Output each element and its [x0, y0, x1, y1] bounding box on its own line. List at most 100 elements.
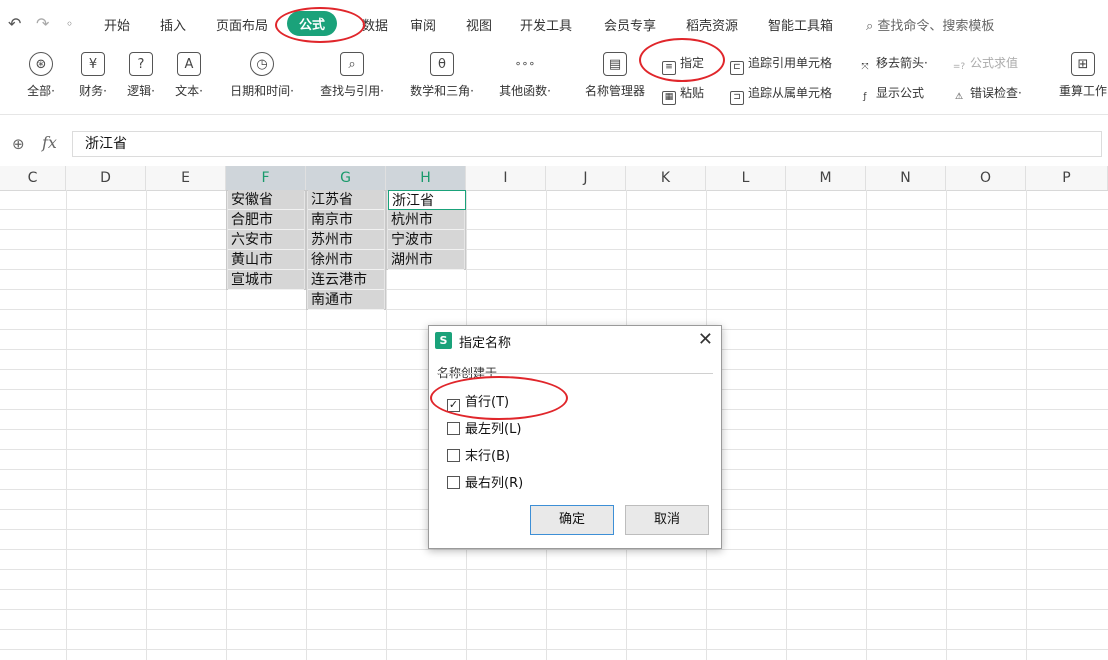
evaluate-formula-button[interactable]: =? 公式求值: [952, 54, 1018, 76]
cell-f5[interactable]: 宣城市: [228, 270, 304, 290]
cell-h1-active[interactable]: 浙江省: [388, 190, 466, 210]
menu-member[interactable]: 会员专享: [604, 15, 656, 34]
cancel-button[interactable]: 取消: [625, 505, 709, 535]
financial-label: 财务·: [79, 84, 107, 98]
cell-f4[interactable]: 黄山市: [228, 250, 304, 270]
column-header-l[interactable]: L: [706, 166, 786, 190]
cell-f1[interactable]: 安徽省: [228, 190, 304, 210]
menu-page-layout[interactable]: 页面布局: [216, 15, 268, 34]
cell-g6[interactable]: 南通市: [308, 290, 384, 310]
close-icon[interactable]: ✕: [698, 329, 713, 350]
column-header-m[interactable]: M: [786, 166, 866, 190]
menu-formulas[interactable]: 公式: [287, 11, 338, 36]
formula-input[interactable]: 浙江省: [72, 131, 1102, 157]
option-bottom-row[interactable]: 末行(B): [447, 445, 510, 464]
trace-precedents-icon: ⊏: [730, 61, 744, 75]
app-logo-icon: S: [435, 332, 452, 349]
evaluate-formula-icon: =?: [952, 62, 966, 72]
column-header-e[interactable]: E: [146, 166, 226, 190]
column-header-f[interactable]: F: [226, 166, 306, 190]
all-functions-button[interactable]: ⊛ 全部·: [18, 52, 64, 99]
logical-button[interactable]: ? 逻辑·: [118, 52, 164, 99]
cell-g1[interactable]: 江苏省: [308, 190, 384, 210]
cell-f2[interactable]: 合肥市: [228, 210, 304, 230]
name-manager-icon: ▤: [603, 52, 627, 76]
lookup-icon: ⌕: [340, 52, 364, 76]
option-top-row[interactable]: ✓ 首行(T): [447, 391, 509, 412]
option-right-column-label: 最右列(R): [465, 476, 524, 491]
cell-h4[interactable]: 湖州市: [388, 250, 464, 270]
show-formulas-label: 显示公式: [876, 86, 925, 100]
lookup-reference-button[interactable]: ⌕ 查找与引用·: [310, 52, 394, 99]
menu-smart-tools[interactable]: 智能工具箱: [768, 15, 833, 34]
redo-icon[interactable]: ↷: [36, 14, 49, 33]
column-header-p[interactable]: P: [1026, 166, 1108, 190]
checkbox-checked-icon[interactable]: ✓: [447, 399, 460, 412]
menu-insert[interactable]: 插入: [160, 15, 186, 34]
column-header-c[interactable]: C: [0, 166, 66, 190]
logical-label: 逻辑·: [127, 84, 155, 98]
cell-g4[interactable]: 徐州市: [308, 250, 384, 270]
checkbox-icon[interactable]: [447, 422, 460, 435]
menu-data[interactable]: 数据: [362, 15, 388, 34]
text-button[interactable]: A 文本·: [166, 52, 212, 99]
cell-h2[interactable]: 杭州市: [388, 210, 464, 230]
date-time-button[interactable]: ◷ 日期和时间·: [218, 52, 306, 99]
specify-button[interactable]: ≡ 指定: [662, 54, 704, 75]
command-search[interactable]: ⌕ 查找命令、搜索模板: [866, 15, 994, 34]
trace-precedents-button[interactable]: ⊏ 追踪引用单元格: [730, 54, 832, 75]
error-check-button[interactable]: ⚠ 错误检查·: [952, 84, 1022, 106]
recalculate-button[interactable]: ⊞ 重算工作: [1056, 52, 1108, 99]
menu-developer[interactable]: 开发工具: [520, 15, 572, 34]
show-formulas-button[interactable]: ƒ 显示公式: [858, 84, 924, 106]
option-right-column[interactable]: 最右列(R): [447, 472, 523, 491]
menu-home[interactable]: 开始: [104, 15, 130, 34]
remove-arrows-button[interactable]: ⤧ 移去箭头·: [858, 54, 928, 76]
zoom-icon[interactable]: ⊕: [12, 135, 25, 153]
column-header-k[interactable]: K: [626, 166, 706, 190]
dialog-title-bar[interactable]: S 指定名称 ✕: [429, 326, 721, 356]
math-trig-button[interactable]: θ 数学和三角·: [398, 52, 486, 99]
lookup-reference-label: 查找与引用·: [320, 84, 384, 98]
column-header-g[interactable]: G: [306, 166, 386, 190]
remove-arrows-label: 移去箭头·: [876, 56, 928, 70]
specify-icon: ≡: [662, 61, 676, 75]
other-functions-button[interactable]: ∘∘∘ 其他函数·: [490, 52, 560, 99]
financial-button[interactable]: ¥ 财务·: [70, 52, 116, 99]
column-header-d[interactable]: D: [66, 166, 146, 190]
column-header-j[interactable]: J: [546, 166, 626, 190]
logical-icon: ?: [129, 52, 153, 76]
more-icon[interactable]: ◦: [66, 17, 73, 31]
error-check-label: 错误检查·: [970, 86, 1022, 100]
checkbox-icon[interactable]: [447, 449, 460, 462]
cell-g5[interactable]: 连云港市: [308, 270, 384, 290]
dialog-title: 指定名称: [459, 336, 512, 351]
specify-name-dialog: S 指定名称 ✕ 名称创建于 ✓ 首行(T) 最左列(L) 末行(B) 最右列(R…: [428, 325, 722, 549]
text-label: 文本·: [175, 84, 203, 98]
menu-view[interactable]: 视图: [466, 15, 492, 34]
menu-review[interactable]: 审阅: [410, 15, 436, 34]
column-header-i[interactable]: I: [466, 166, 546, 190]
column-header-row: C D E F G H I J K L M N O P: [0, 166, 1108, 191]
cell-h3[interactable]: 宁波市: [388, 230, 464, 250]
specify-label: 指定: [680, 56, 705, 70]
column-header-h[interactable]: H: [386, 166, 466, 190]
paste-name-button[interactable]: ▦ 粘贴: [662, 84, 704, 105]
trace-dependents-label: 追踪从属单元格: [748, 86, 833, 100]
option-left-column[interactable]: 最左列(L): [447, 418, 521, 437]
column-header-o[interactable]: O: [946, 166, 1026, 190]
formula-bar: ⊕ fx 浙江省: [0, 128, 1108, 162]
cell-g3[interactable]: 苏州市: [308, 230, 384, 250]
evaluate-formula-label: 公式求值: [970, 56, 1019, 70]
cell-g2[interactable]: 南京市: [308, 210, 384, 230]
trace-dependents-button[interactable]: ⊐ 追踪从属单元格: [730, 84, 832, 105]
recalculate-icon: ⊞: [1071, 52, 1095, 76]
cell-f3[interactable]: 六安市: [228, 230, 304, 250]
column-header-n[interactable]: N: [866, 166, 946, 190]
undo-icon[interactable]: ↶: [8, 14, 21, 33]
fx-icon[interactable]: fx: [42, 133, 57, 152]
name-manager-button[interactable]: ▤ 名称管理器: [578, 52, 652, 99]
checkbox-icon[interactable]: [447, 476, 460, 489]
menu-docer[interactable]: 稻壳资源: [686, 15, 738, 34]
ok-button[interactable]: 确定: [530, 505, 614, 535]
